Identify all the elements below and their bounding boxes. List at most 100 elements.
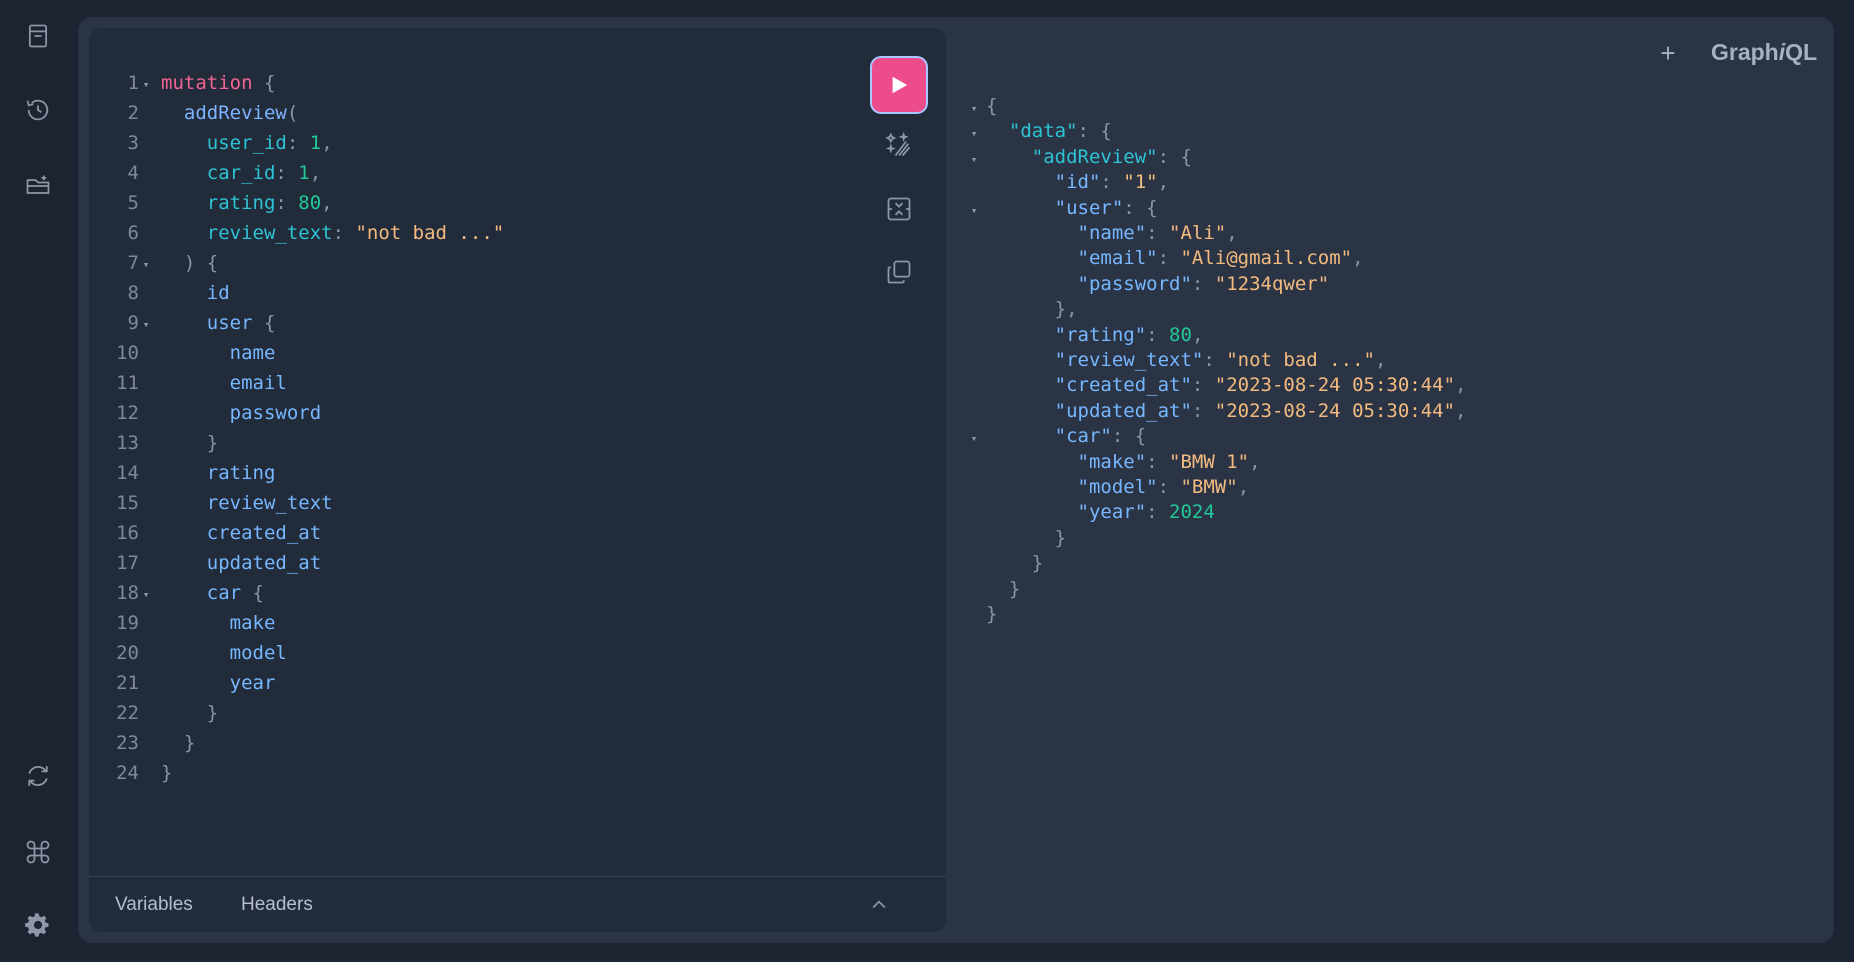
run-button[interactable] — [872, 58, 926, 112]
json-token: 80 — [1169, 323, 1192, 346]
code-token: model — [161, 642, 287, 664]
code-text: review_text — [161, 492, 333, 514]
editor-line[interactable]: 8 id — [89, 278, 230, 308]
code-token: rating — [161, 462, 276, 484]
code-token: car_id — [161, 162, 276, 184]
chevron-up-icon[interactable] — [869, 895, 889, 915]
line-number: 16 — [116, 522, 139, 544]
line-number: 8 — [127, 282, 139, 304]
editor-line[interactable]: 24} — [89, 758, 172, 788]
json-token: "updated_at" — [986, 399, 1192, 422]
editor-line[interactable]: 4 car_id: 1, — [89, 158, 322, 188]
editor-line[interactable]: 5 rating: 80, — [89, 188, 333, 218]
code-text: year — [161, 672, 276, 694]
fold-arrow-icon[interactable]: ▾ — [139, 70, 153, 100]
code-token: ) { — [161, 252, 219, 274]
editor-line[interactable]: 21 year — [89, 668, 275, 698]
json-token: "review_text" — [986, 349, 1204, 371]
settings-icon[interactable] — [18, 905, 58, 945]
editor-line[interactable]: 14 rating — [89, 458, 275, 488]
json-token: "not bad ..." — [1226, 349, 1375, 371]
editor-line[interactable]: 19 make — [89, 608, 275, 638]
code-token: created_at — [161, 522, 322, 544]
docs-icon[interactable] — [18, 16, 58, 56]
editor-line[interactable]: 7 ▾ ) { — [89, 248, 219, 280]
json-token: : { — [1077, 120, 1112, 143]
editor-line[interactable]: 13 } — [89, 428, 218, 458]
code-text: addReview( — [161, 102, 298, 124]
command-icon[interactable] — [18, 832, 58, 872]
editor-line[interactable]: 17 updated_at — [89, 548, 321, 578]
line-number: 9 — [127, 312, 139, 334]
json-token: , — [1374, 349, 1387, 371]
code-text: } — [161, 432, 218, 454]
tab-headers[interactable]: Headers — [241, 894, 313, 916]
history-icon[interactable] — [18, 90, 58, 130]
json-token: : { — [1157, 145, 1192, 168]
code-token: user — [161, 312, 253, 334]
editor-line[interactable]: 12 password — [89, 398, 321, 428]
code-text: ) { — [161, 252, 218, 274]
editor-line[interactable]: 9 ▾ user { — [89, 308, 276, 340]
editor-line[interactable]: 3 user_id: 1, — [89, 128, 333, 158]
json-token: } — [986, 526, 1067, 549]
add-tab-button[interactable]: + — [1652, 37, 1684, 69]
json-token: "2023-08-24 05:30:44" — [1214, 374, 1456, 397]
json-token: , — [1157, 171, 1170, 194]
code-text: car_id: 1, — [161, 162, 321, 184]
code-token: password — [161, 402, 322, 424]
json-token: "rating" — [986, 323, 1147, 346]
merge-icon — [887, 197, 911, 221]
editor-line[interactable]: 11 email — [89, 368, 287, 398]
code-token: review_text — [161, 222, 333, 244]
copy-button[interactable] — [879, 252, 919, 292]
editor-line[interactable]: 16 created_at — [89, 518, 321, 548]
docs-icon-svg — [28, 24, 48, 48]
line-number: 19 — [116, 612, 139, 634]
line-number: 10 — [116, 342, 139, 364]
code-text: password — [161, 402, 322, 424]
editor-line[interactable]: 1 ▾ mutation { — [89, 68, 276, 100]
fold-arrow-icon[interactable]: ▾ — [139, 580, 153, 610]
code-token: , — [309, 162, 322, 184]
folder-plus-icon[interactable] — [18, 166, 58, 206]
query-editor[interactable]: 1 ▾ mutation {2 addReview(3 user_id: 1, 4 c… — [89, 28, 946, 932]
editor-line[interactable]: 23 } — [89, 728, 195, 758]
merge-fragments-button[interactable] — [879, 189, 919, 229]
json-token: { — [986, 95, 998, 117]
code-token: } — [161, 762, 173, 784]
line-number: 23 — [116, 732, 139, 754]
fold-arrow-icon[interactable]: ▾ — [139, 310, 153, 340]
json-token: , — [1352, 247, 1364, 270]
editor-line[interactable]: 6 review_text: "not bad ..." — [89, 218, 505, 248]
json-token: : — [1146, 501, 1170, 524]
editor-line[interactable]: 20 model — [89, 638, 287, 668]
editor-line[interactable]: 22 } — [89, 698, 218, 728]
prettify-button[interactable] — [879, 125, 919, 165]
line-number: 22 — [116, 702, 139, 724]
code-token: make — [161, 612, 276, 634]
logo-prefix: Graph — [1711, 39, 1779, 65]
editor-line[interactable]: 10 name — [89, 338, 275, 368]
line-number: 4 — [127, 162, 139, 184]
tab-variables[interactable]: Variables — [115, 894, 193, 916]
editor-line[interactable]: 15 review_text — [89, 488, 333, 518]
line-number: 20 — [116, 642, 139, 664]
code-text: name — [161, 342, 276, 364]
code-token: : — [286, 132, 310, 154]
json-token: "2023-08-24 05:30:44" — [1214, 399, 1456, 422]
refresh-icon[interactable] — [18, 756, 58, 796]
fold-arrow-icon[interactable]: ▾ — [139, 250, 153, 280]
code-token: , — [321, 132, 333, 154]
folder-plus-icon-svg — [26, 175, 50, 194]
json-token: "email" — [986, 247, 1158, 270]
editor-line[interactable]: 2 addReview( — [89, 98, 299, 128]
json-token: , — [1455, 374, 1467, 397]
code-token: user_id — [161, 132, 287, 154]
json-token: , — [1455, 399, 1467, 422]
line-number: 18 — [116, 582, 139, 604]
json-token: "Ali" — [1169, 222, 1227, 244]
editor-line[interactable]: 18 ▾ car { — [89, 578, 264, 608]
json-token: , — [1237, 476, 1250, 498]
code-token: year — [161, 672, 276, 694]
